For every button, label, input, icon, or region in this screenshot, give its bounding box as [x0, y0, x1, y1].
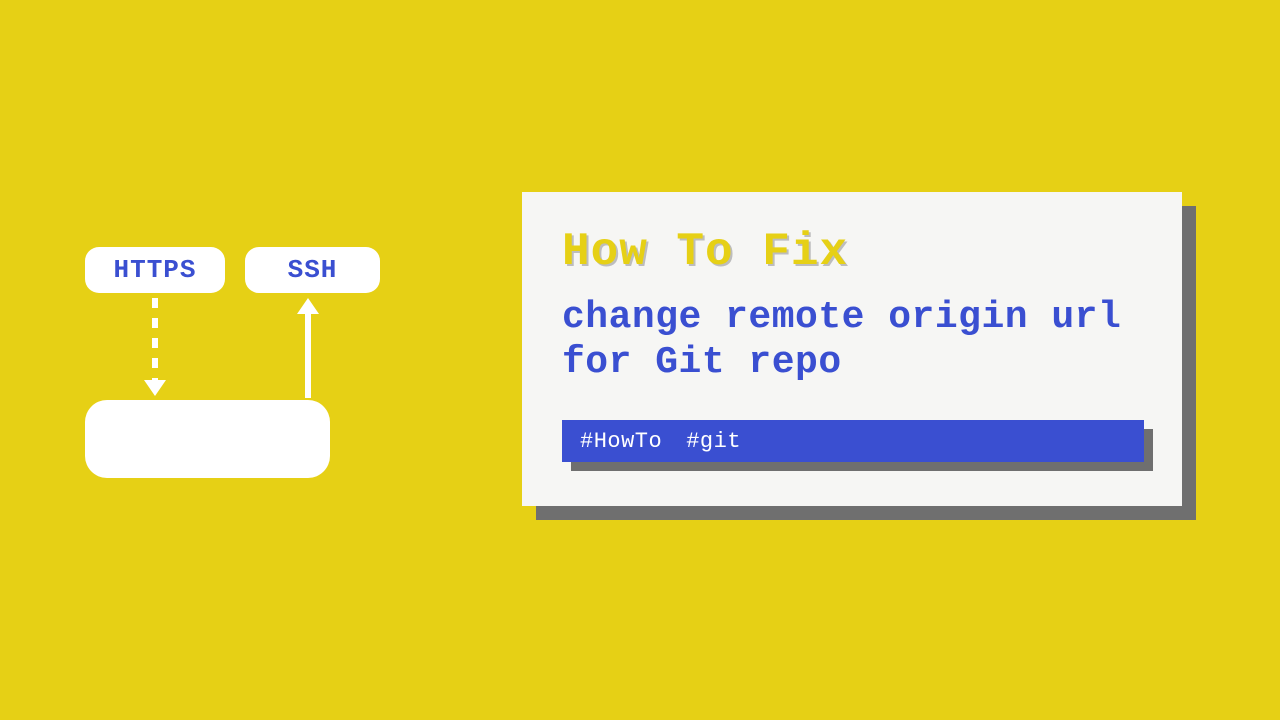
protocol-diagram: HTTPS SSH	[80, 240, 400, 500]
ssh-label: SSH	[288, 255, 338, 285]
card-title: How To Fix	[562, 226, 1142, 278]
repo-box	[85, 400, 330, 478]
https-pill: HTTPS	[85, 247, 225, 293]
card-subtitle: change remote origin url for Git repo	[562, 296, 1142, 386]
ssh-pill: SSH	[245, 247, 380, 293]
arrow-up-solid-icon	[305, 312, 311, 398]
https-label: HTTPS	[113, 255, 196, 285]
info-card: How To Fix change remote origin url for …	[522, 192, 1182, 506]
arrow-down-dashed-icon	[152, 298, 158, 384]
tag-bar: #HowTo #git	[562, 420, 1144, 462]
tag-git: #git	[686, 429, 741, 454]
tag-howto: #HowTo	[580, 429, 662, 454]
